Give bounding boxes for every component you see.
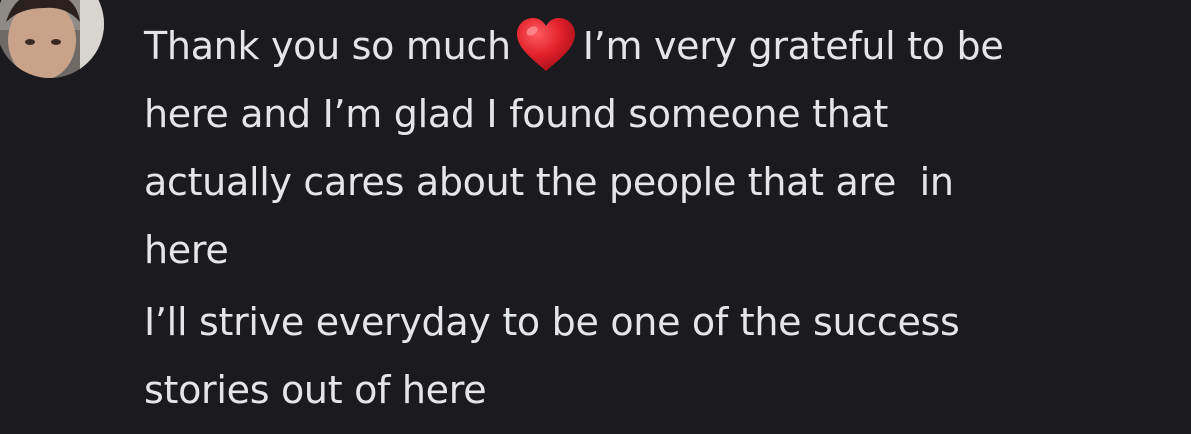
message-paragraph-1: Thank you so much I’m very grateful to be… [144, 12, 1164, 284]
message-line: I’ll strive everyday to be one of the su… [144, 300, 960, 344]
message-body: Thank you so much I’m very grateful to be… [144, 12, 1164, 424]
message-text: Thank you so much [144, 24, 511, 68]
avatar[interactable] [0, 0, 104, 78]
chat-view: Thank you so much I’m very grateful to be… [0, 0, 1191, 434]
message-line: here and I’m glad I found someone that [144, 92, 889, 136]
red-heart-icon [515, 17, 577, 73]
avatar-photo [0, 0, 104, 78]
message-line: actually cares about the people that are… [144, 160, 954, 204]
message-line: here [144, 228, 229, 272]
message-paragraph-2: I’ll strive everyday to be one of the su… [144, 288, 1164, 424]
message-text: I’m very grateful to be [582, 24, 1004, 68]
message-line: Thank you so much I’m very grateful to be [144, 12, 1164, 80]
message-line: stories out of here [144, 368, 487, 412]
